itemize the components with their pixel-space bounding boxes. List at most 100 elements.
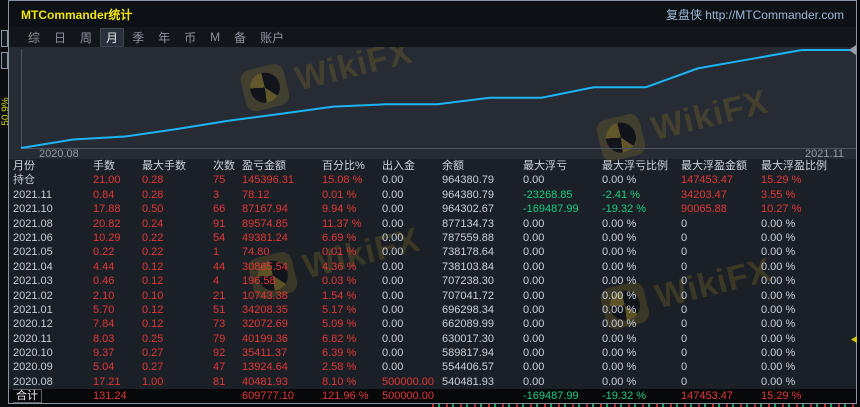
row-label: 2021.08 bbox=[13, 217, 53, 230]
table-row[interactable]: 2020.09 5.04 0.27 47 13924.64 2.58 % 0.00 55440… bbox=[9, 360, 856, 374]
cell-value: 500000.00 bbox=[382, 390, 434, 403]
table-row[interactable]: 2021.02 2.10 0.10 21 10743.38 1.54 % 0.00 70704… bbox=[9, 289, 856, 303]
cell-value: 1 bbox=[213, 246, 220, 259]
cell-value: 30865.54 bbox=[242, 260, 288, 273]
cell-value: 0.00 bbox=[382, 246, 404, 259]
cell-value: 20.82 bbox=[93, 217, 121, 230]
cell-value: 0.28 bbox=[142, 188, 164, 201]
cell-value: 35411.37 bbox=[242, 347, 288, 360]
cell-value: 0.12 bbox=[142, 260, 164, 273]
cell-value: 0.00 % bbox=[602, 361, 637, 374]
table-row[interactable]: 2021.05 0.22 0.22 1 74.80 0.01 % 0.00 738178.64… bbox=[9, 245, 856, 259]
menu-item-4[interactable]: 季 bbox=[126, 28, 150, 47]
menu-item-6[interactable]: 币 bbox=[178, 28, 202, 47]
cell-value: 44 bbox=[213, 260, 226, 273]
cell-value: 0.00 bbox=[382, 318, 404, 331]
row-label: 2020.08 bbox=[13, 375, 53, 388]
table-row[interactable]: 2021.08 20.82 0.24 91 89574.85 11.37 % 0.00 877… bbox=[9, 217, 856, 231]
cell-value: 196.58 bbox=[242, 275, 276, 288]
cell-value: 13924.64 bbox=[242, 361, 288, 374]
cell-value: 0.00 bbox=[382, 231, 404, 244]
cell-value: 89574.85 bbox=[242, 217, 288, 230]
table-row[interactable]: 2021.10 17.88 0.50 66 87167.94 9.94 % 0.00 9643… bbox=[9, 202, 856, 216]
table-row[interactable]: 2021.04 4.44 0.12 44 30865.54 4.36 % 0.00 73810… bbox=[9, 260, 856, 274]
cell-value: 0.00 bbox=[523, 332, 545, 345]
table-row[interactable]: 2020.10 9.37 0.27 92 35411.37 6.39 % 0.00 58981… bbox=[9, 346, 856, 360]
cell-value: 0 bbox=[681, 303, 688, 316]
table-row[interactable]: 2020.12 7.84 0.12 73 32072.69 5.09 % 0.00 66208… bbox=[9, 317, 856, 331]
menu-item-0[interactable]: 综 bbox=[22, 28, 46, 47]
cell-value: 0 bbox=[681, 332, 688, 345]
cell-value: 0.00 bbox=[523, 246, 545, 259]
table-row[interactable]: 2021.06 10.29 0.22 54 49381.24 6.69 % 0.00 7875… bbox=[9, 231, 856, 245]
menu-item-1[interactable]: 日 bbox=[48, 28, 72, 47]
cell-value: 40481.93 bbox=[242, 375, 288, 388]
cell-value: 10.27 % bbox=[761, 203, 802, 216]
cell-value: 0.00 % bbox=[761, 375, 796, 388]
cell-value: 0.00 % bbox=[602, 332, 637, 345]
row-label: 2020.12 bbox=[13, 318, 53, 331]
menu-bar: 综日周月季年币 M 备账户 bbox=[9, 27, 856, 47]
cell-value: 0.01 % bbox=[322, 188, 357, 201]
table-total-row[interactable]: 合计 131.24 609777.10 121.96 % 500000.00 -16948… bbox=[9, 389, 856, 403]
menu-item-7[interactable]: M bbox=[204, 29, 226, 45]
table-row[interactable]: 2021.03 0.46 0.12 4 196.58 0.03 % 0.00 707238.3… bbox=[9, 274, 856, 288]
table-row[interactable]: 2020.11 8.03 0.25 79 40199.36 6.82 % 0.00 63001… bbox=[9, 332, 856, 346]
cell-value: 589817.94 bbox=[442, 347, 494, 360]
cell-value: 15.29 % bbox=[761, 390, 802, 403]
cell-value: 0 bbox=[681, 347, 688, 360]
cell-value: 0.27 bbox=[142, 347, 164, 360]
column-header: 月份 bbox=[13, 160, 35, 172]
cell-value: 92 bbox=[213, 347, 226, 360]
column-header: 百分比% bbox=[322, 160, 365, 172]
cell-value: 964380.79 bbox=[442, 174, 494, 187]
table-row[interactable]: 2021.11 0.84 0.28 3 78.12 0.01 % 0.00 964380.79… bbox=[9, 188, 856, 202]
menu-item-3[interactable]: 月 bbox=[100, 27, 125, 47]
cell-value: 0.22 bbox=[142, 231, 164, 244]
table-header-row: 月份 手数 最大手数 次数 盈亏金额 百分比% 出入金 余额 最大浮亏 最大浮亏比例 最大浮盈金额 最… bbox=[9, 159, 856, 173]
underlying-window-edge: 50.9% bbox=[0, 0, 12, 407]
cell-value: 47 bbox=[213, 361, 226, 374]
cell-value: 0.00 % bbox=[602, 375, 637, 388]
cell-value: 0.00 bbox=[523, 217, 545, 230]
menu-item-5[interactable]: 年 bbox=[152, 28, 176, 47]
cell-value: -169487.99 bbox=[523, 203, 579, 216]
cell-value: 0.00 % bbox=[761, 347, 796, 360]
cell-value: 51 bbox=[213, 303, 226, 316]
cell-value: 0.00 % bbox=[761, 289, 796, 302]
cell-value: -169487.99 bbox=[523, 390, 579, 403]
cell-value: 10.29 bbox=[93, 231, 121, 244]
menu-item-9[interactable]: 账户 bbox=[254, 28, 290, 47]
cell-value: 0 bbox=[681, 275, 688, 288]
table-row[interactable]: 持仓 21.00 0.28 75 145396.31 15.08 % 0.00 964380.… bbox=[9, 173, 856, 187]
menu-item-2[interactable]: 周 bbox=[74, 28, 98, 47]
cell-value: 0.00 % bbox=[761, 318, 796, 331]
table-row[interactable]: 2021.01 5.70 0.12 51 34208.35 5.17 % 0.00 69629… bbox=[9, 303, 856, 317]
cell-value: 964380.79 bbox=[442, 188, 494, 201]
cell-value: -19.32 % bbox=[602, 203, 647, 216]
cell-value: 0.00 % bbox=[761, 246, 796, 259]
cell-value: 87167.94 bbox=[242, 203, 288, 216]
cell-value: 0 bbox=[681, 246, 688, 259]
cell-value: 5.70 bbox=[93, 303, 115, 316]
cell-value: 0.00 % bbox=[602, 174, 637, 187]
cell-value: 630017.30 bbox=[442, 332, 494, 345]
cell-value: 0.00 % bbox=[602, 347, 637, 360]
cell-value: 738103.84 bbox=[442, 260, 494, 273]
cell-value: 81 bbox=[213, 375, 226, 388]
cell-value: 0.12 bbox=[142, 275, 164, 288]
cell-value: 17.21 bbox=[93, 375, 121, 388]
menu-item-8[interactable]: 备 bbox=[228, 28, 252, 47]
cell-value bbox=[142, 389, 213, 403]
cell-value: 5.09 % bbox=[322, 318, 357, 331]
brand-link[interactable]: 复盘侠 http://MTCommander.com bbox=[666, 6, 844, 23]
cell-value: 0.00 bbox=[523, 174, 545, 187]
cell-value: 707238.30 bbox=[442, 275, 494, 288]
cell-value: 662089.99 bbox=[442, 318, 494, 331]
cell-value: 0.00 bbox=[523, 275, 545, 288]
table-row[interactable]: 2020.08 17.21 1.00 81 40481.93 8.10 % 500000.0… bbox=[9, 375, 856, 389]
cell-value: 0.00 % bbox=[761, 275, 796, 288]
underlying-toolbar-button bbox=[1, 52, 8, 69]
row-label: 2021.03 bbox=[13, 275, 53, 288]
cell-value: 0.00 % bbox=[602, 318, 637, 331]
